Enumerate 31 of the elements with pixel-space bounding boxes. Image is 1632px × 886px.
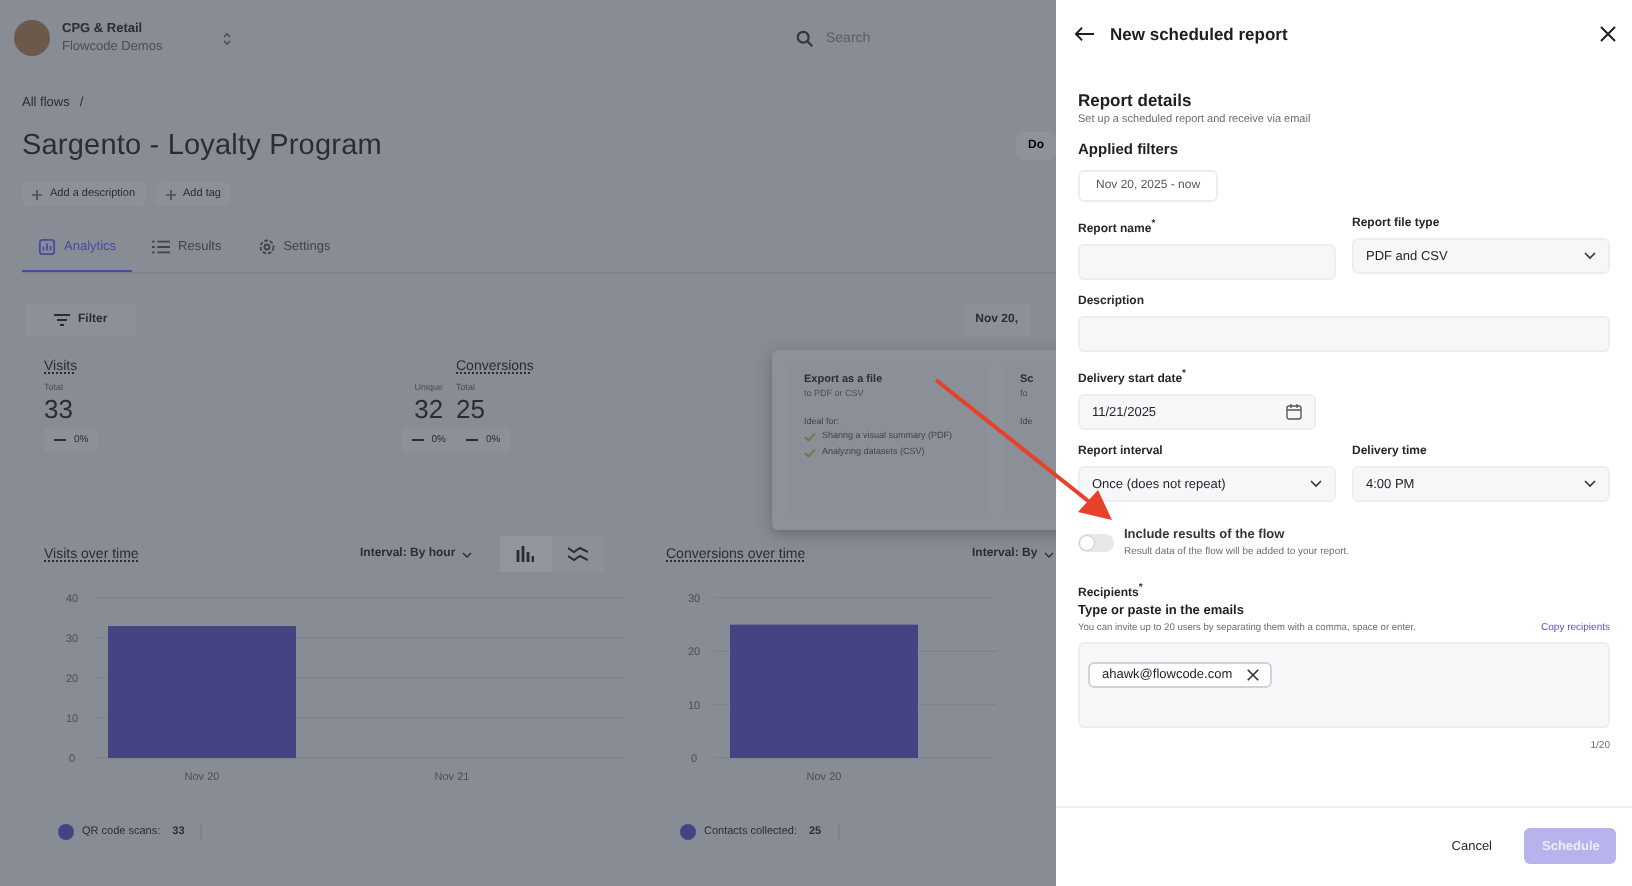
bar-chart-icon bbox=[516, 546, 535, 562]
plus-icon bbox=[165, 189, 175, 199]
line-chart-icon bbox=[567, 546, 588, 562]
filter-icon bbox=[54, 314, 70, 326]
settings-icon bbox=[257, 238, 276, 256]
section-title: Report details bbox=[1078, 90, 1194, 110]
chart-icon bbox=[38, 238, 56, 256]
metric-value: 33 bbox=[44, 394, 73, 424]
dash-icon bbox=[466, 438, 478, 442]
remove-icon[interactable] bbox=[1246, 668, 1261, 682]
dash-icon bbox=[411, 438, 424, 442]
search-icon bbox=[796, 29, 814, 47]
drawer-title: New scheduled report bbox=[1110, 24, 1290, 44]
page-title: Sargento - Loyalty Program bbox=[22, 130, 384, 162]
chevron-down-icon bbox=[1310, 480, 1322, 488]
metric-value: 25 bbox=[456, 394, 485, 424]
chevron-down-icon bbox=[1584, 480, 1596, 488]
close-icon[interactable] bbox=[1600, 26, 1616, 42]
chevron-down-icon bbox=[1043, 551, 1054, 557]
avatar bbox=[14, 20, 50, 56]
list-icon bbox=[152, 238, 171, 256]
metric-value: 32 bbox=[414, 394, 444, 424]
dash-icon bbox=[54, 438, 66, 442]
chevron-down-icon bbox=[461, 551, 472, 557]
plus-icon bbox=[32, 189, 42, 199]
back-arrow-icon[interactable] bbox=[1074, 26, 1094, 42]
calendar-icon bbox=[1286, 404, 1302, 420]
bar-view-button[interactable] bbox=[499, 536, 552, 572]
toggle-switch[interactable] bbox=[1078, 534, 1114, 552]
chevron-down-icon bbox=[1584, 252, 1596, 260]
chevron-icon[interactable] bbox=[222, 31, 232, 45]
